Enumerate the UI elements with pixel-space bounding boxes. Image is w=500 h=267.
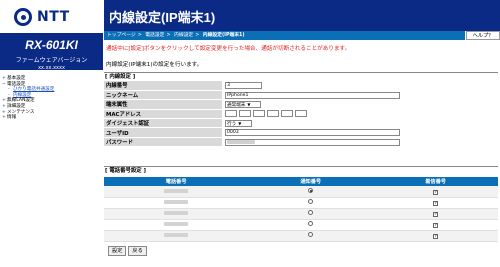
main-panel: 内線設定(IP端末1) トップページ > 電話設定 > 内線設定 > 内線設定(IP端… bbox=[104, 0, 500, 267]
password-input[interactable] bbox=[225, 138, 400, 146]
left-panel: NTT RX-601KI ファームウェアバージョン xx.xx.xxxx +基本… bbox=[0, 0, 103, 267]
mac-octet-4-input[interactable] bbox=[267, 110, 279, 118]
logo-text: NTT bbox=[37, 9, 70, 25]
breadcrumb-top[interactable]: トップページ bbox=[107, 33, 136, 38]
user-id-label: ユーザID bbox=[104, 127, 222, 138]
set-button[interactable]: 設定 bbox=[108, 246, 127, 256]
form-row: ニックネーム IPphone1 bbox=[104, 90, 498, 101]
phone-number-table: 電話番号 通知番号 着信番号 ✓ ✓ ✓ ✓ ✓ bbox=[104, 177, 498, 242]
chevron-down-icon: ▼ bbox=[238, 120, 242, 126]
side-menu: +基本設定 −電話設定 - ひかり電話共通設定 - 内線設定 +無線LAN設定 +詳… bbox=[2, 76, 102, 121]
mac-octet-2-input[interactable] bbox=[239, 110, 251, 118]
column-header-phone-number: 電話番号 bbox=[104, 177, 249, 186]
masked-phone-number bbox=[164, 233, 189, 237]
terminal-type-select[interactable]: 通常端末 ▼ bbox=[225, 100, 261, 108]
notify-radio[interactable] bbox=[308, 232, 314, 237]
breadcrumb-row: トップページ > 電話設定 > 内線設定 > 内線設定(IP端末1) ヘルプ？ bbox=[104, 31, 500, 40]
extension-form: 内線番号 3 ニックネーム IPphone1 端末属性 通常端末 ▼ MACアドレ… bbox=[104, 81, 498, 148]
user-id-input[interactable]: 0003 bbox=[225, 129, 400, 137]
incoming-number-cell: ✓ bbox=[373, 208, 498, 220]
breadcrumb-current: 内線設定(IP端末1) bbox=[202, 33, 245, 38]
notify-number-cell bbox=[248, 219, 374, 231]
incoming-checkbox[interactable]: ✓ bbox=[433, 223, 439, 228]
ntt-logo: NTT bbox=[14, 6, 70, 28]
breadcrumb: トップページ > 電話設定 > 内線設定 > 内線設定(IP端末1) bbox=[104, 31, 465, 40]
notify-radio[interactable] bbox=[308, 221, 314, 226]
breadcrumb-extension[interactable]: 内線設定 bbox=[174, 33, 193, 38]
mac-octet-1-input[interactable] bbox=[225, 110, 237, 118]
form-row: MACアドレス bbox=[104, 109, 498, 120]
form-row: パスワード bbox=[104, 137, 498, 148]
notify-number-cell bbox=[248, 208, 374, 220]
chevron-down-icon: ▼ bbox=[247, 101, 251, 107]
phone-number-cell bbox=[104, 197, 249, 209]
digest-auth-label: ダイジェスト認証 bbox=[104, 118, 222, 129]
nickname-label: ニックネーム bbox=[104, 90, 222, 101]
incoming-checkbox[interactable]: ✓ bbox=[433, 201, 439, 206]
table-row: ✓ bbox=[104, 197, 498, 209]
nickname-input[interactable]: IPphone1 bbox=[225, 91, 400, 99]
incoming-number-cell: ✓ bbox=[373, 186, 498, 198]
notify-number-cell bbox=[248, 230, 374, 242]
phone-number-cell bbox=[104, 219, 249, 231]
form-row: 内線番号 3 bbox=[104, 81, 498, 91]
incoming-checkbox[interactable]: ✓ bbox=[433, 189, 439, 195]
form-row: ダイジェスト認証 行う ▼ bbox=[104, 118, 498, 129]
mac-octet-3-input[interactable] bbox=[253, 110, 265, 118]
incoming-number-cell: ✓ bbox=[373, 219, 498, 231]
terminal-type-label: 端末属性 bbox=[104, 99, 222, 110]
notify-radio[interactable] bbox=[308, 187, 314, 193]
mac-octet-5-input[interactable] bbox=[281, 110, 293, 118]
column-header-incoming-number: 着信番号 bbox=[373, 177, 498, 186]
mac-address-label: MACアドレス bbox=[104, 109, 222, 120]
incoming-checkbox[interactable]: ✓ bbox=[433, 234, 439, 239]
warning-text: 通話中に[設定]ボタンをクリックして設定変更を行った場合、通話が切断されることが… bbox=[106, 46, 351, 52]
table-row: ✓ bbox=[104, 230, 498, 242]
masked-phone-number bbox=[164, 188, 189, 193]
notify-number-cell bbox=[248, 186, 374, 198]
notify-number-cell bbox=[248, 197, 374, 209]
table-row: ✓ bbox=[104, 208, 498, 220]
breadcrumb-phone[interactable]: 電話設定 bbox=[145, 33, 164, 38]
extension-number-input[interactable]: 3 bbox=[225, 82, 262, 90]
masked-phone-number bbox=[164, 211, 189, 215]
table-row: ✓ bbox=[104, 219, 498, 231]
notify-radio[interactable] bbox=[308, 210, 314, 215]
incoming-checkbox[interactable]: ✓ bbox=[433, 212, 439, 217]
model-name: RX-601KI bbox=[25, 38, 78, 52]
incoming-number-cell: ✓ bbox=[373, 230, 498, 242]
help-button[interactable]: ヘルプ？ bbox=[466, 31, 500, 40]
table-row: ✓ bbox=[104, 186, 498, 198]
incoming-number-cell: ✓ bbox=[373, 197, 498, 209]
description-text: 内線設定(IP端末1)の設定を行います。 bbox=[106, 62, 203, 68]
back-button[interactable]: 戻る bbox=[128, 246, 147, 256]
extension-section-title: [ 内線設定 ] bbox=[104, 72, 498, 80]
extension-number-label: 内線番号 bbox=[104, 81, 222, 91]
password-label: パスワード bbox=[104, 137, 222, 148]
phone-number-cell bbox=[104, 230, 249, 242]
form-row: 端末属性 通常端末 ▼ bbox=[104, 99, 498, 110]
button-row: 設定 戻る bbox=[108, 246, 147, 256]
ntt-logo-mark-icon bbox=[14, 8, 32, 26]
password-masked-value bbox=[227, 139, 255, 144]
title-bar: 内線設定(IP端末1) bbox=[104, 0, 500, 31]
phone-number-cell bbox=[104, 186, 249, 198]
phone-number-section-title: [ 電話番号設定 ] bbox=[104, 166, 498, 174]
masked-phone-number bbox=[164, 200, 189, 204]
masked-phone-number bbox=[164, 222, 189, 226]
phone-number-cell bbox=[104, 208, 249, 220]
column-header-notify-number: 通知番号 bbox=[248, 177, 374, 186]
menu-item-info[interactable]: +情報 bbox=[2, 115, 102, 121]
digest-auth-select[interactable]: 行う ▼ bbox=[225, 119, 252, 127]
model-box: RX-601KI ファームウェアバージョン xx.xx.xxxx bbox=[0, 33, 103, 71]
notify-radio[interactable] bbox=[308, 199, 314, 204]
page-title: 内線設定(IP端末1) bbox=[109, 10, 216, 25]
firmware-version: xx.xx.xxxx bbox=[38, 65, 65, 71]
form-row: ユーザID 0003 bbox=[104, 127, 498, 138]
firmware-label: ファームウェアバージョン bbox=[15, 57, 88, 64]
mac-octet-6-input[interactable] bbox=[295, 110, 307, 118]
